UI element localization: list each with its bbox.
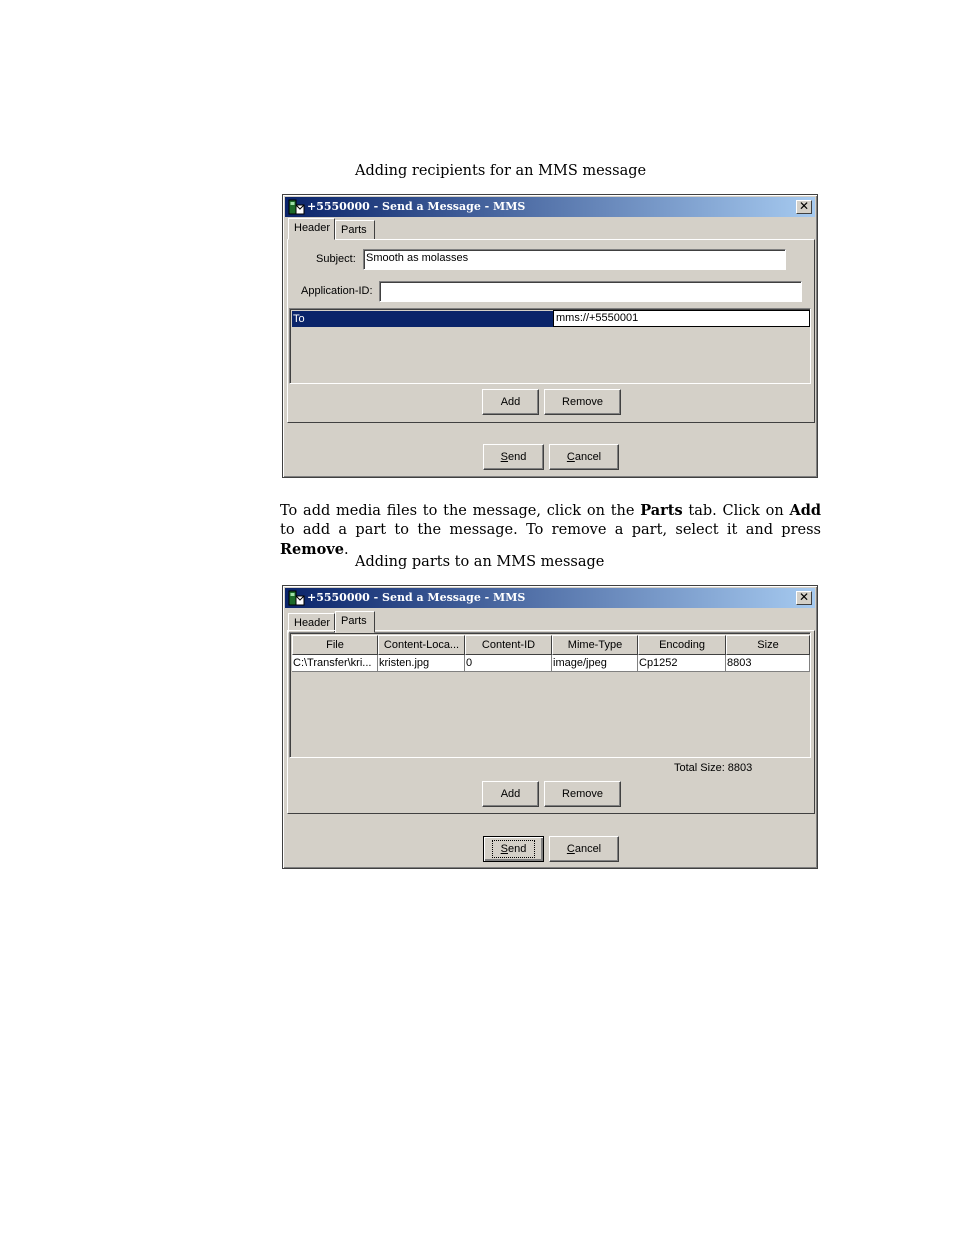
- application-id-input[interactable]: [379, 281, 802, 302]
- cancel-button[interactable]: Cancel: [549, 836, 619, 862]
- para-bold-parts: Parts: [640, 502, 683, 519]
- header-panel: Subject: Smooth as molasses Application-…: [287, 239, 815, 423]
- subject-label: Subject:: [316, 253, 356, 265]
- column-header-mime-type[interactable]: Mime-Type: [552, 635, 638, 655]
- recipient-address-input[interactable]: mms://+5550001: [553, 310, 810, 327]
- send-message-window-header: +5550000 - Send a Message - MMS ✕ Header…: [282, 194, 818, 478]
- send-message-window-parts: +5550000 - Send a Message - MMS ✕ Header…: [282, 585, 818, 869]
- para-bold-remove: Remove: [280, 541, 344, 558]
- table-cell-mime-type[interactable]: image/jpeg: [552, 655, 638, 672]
- para-text-4: .: [343, 542, 349, 558]
- column-header-encoding[interactable]: Encoding: [638, 635, 726, 655]
- send-button[interactable]: Send: [483, 444, 544, 470]
- cancel-mnemonic: C: [566, 843, 575, 855]
- para-text-2: tab. Click on: [682, 503, 790, 519]
- send-button[interactable]: Send: [483, 836, 544, 862]
- cancel-label: ancel: [574, 451, 602, 463]
- parts-panel: File Content-Loca... Content-ID Mime-Typ…: [287, 630, 815, 814]
- send-mnemonic: S: [500, 843, 508, 855]
- remove-recipient-button[interactable]: Remove: [544, 389, 621, 415]
- table-cell-content-id[interactable]: 0: [465, 655, 552, 672]
- send-label: end: [507, 451, 527, 463]
- column-header-content-location[interactable]: Content-Loca...: [378, 635, 465, 655]
- table-cell-encoding[interactable]: Cp1252: [638, 655, 726, 672]
- table-cell-content-location[interactable]: kristen.jpg: [378, 655, 465, 672]
- add-recipient-button[interactable]: Add: [482, 389, 539, 415]
- add-part-button[interactable]: Add: [482, 781, 539, 807]
- phone-message-icon: [288, 590, 305, 606]
- send-focus-ring: Send: [491, 840, 536, 858]
- figure-caption-parts: Adding parts to an MMS message: [355, 554, 605, 570]
- table-cell-file[interactable]: C:\Transfer\kri...: [292, 655, 378, 672]
- title-bar[interactable]: +5550000 - Send a Message - MMS ✕: [285, 197, 815, 217]
- instruction-paragraph: To add media files to the message, click…: [280, 501, 821, 560]
- send-label: end: [507, 843, 527, 855]
- figure-caption-recipients: Adding recipients for an MMS message: [355, 163, 647, 179]
- window-title: +5550000 - Send a Message - MMS: [307, 200, 526, 213]
- close-icon[interactable]: ✕: [796, 591, 812, 605]
- close-icon[interactable]: ✕: [796, 200, 812, 214]
- tab-header[interactable]: Header: [288, 218, 335, 240]
- total-size-label: Total Size: 8803: [674, 762, 753, 774]
- column-header-content-id[interactable]: Content-ID: [465, 635, 552, 655]
- recipients-list[interactable]: To mms://+5550001: [289, 308, 811, 384]
- column-header-size[interactable]: Size: [726, 635, 810, 655]
- parts-table[interactable]: File Content-Loca... Content-ID Mime-Typ…: [289, 632, 811, 758]
- remove-part-button[interactable]: Remove: [544, 781, 621, 807]
- tab-parts[interactable]: Parts: [335, 220, 375, 240]
- para-text-3: to add a part to the message. To remove …: [280, 522, 821, 538]
- phone-message-icon: [288, 199, 305, 215]
- para-text-1: To add media files to the message, click…: [280, 503, 641, 519]
- recipient-type-cell[interactable]: To: [292, 311, 553, 327]
- table-cell-size[interactable]: 8803: [726, 655, 810, 672]
- column-header-file[interactable]: File: [292, 635, 378, 655]
- cancel-button[interactable]: Cancel: [549, 444, 619, 470]
- send-mnemonic: S: [500, 451, 508, 463]
- subject-input[interactable]: Smooth as molasses: [363, 249, 786, 270]
- application-id-label: Application-ID:: [301, 285, 373, 297]
- tab-parts[interactable]: Parts: [335, 611, 375, 633]
- para-bold-add: Add: [789, 502, 821, 519]
- cancel-mnemonic: C: [566, 451, 575, 463]
- cancel-label: ancel: [574, 843, 602, 855]
- window-title: +5550000 - Send a Message - MMS: [307, 591, 526, 604]
- title-bar[interactable]: +5550000 - Send a Message - MMS ✕: [285, 588, 815, 608]
